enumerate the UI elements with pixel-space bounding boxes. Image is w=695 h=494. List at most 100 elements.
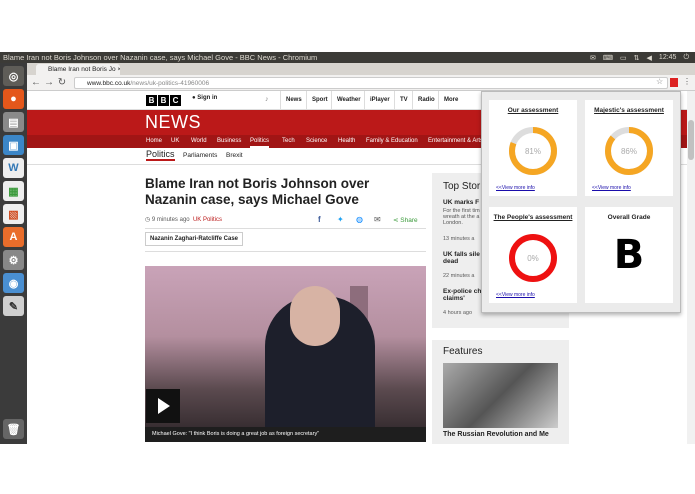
impress-icon[interactable]: ▧ [3, 204, 24, 224]
dropbox-icon[interactable]: ✉ [590, 54, 596, 62]
story-2-time: 22 minutes a [443, 273, 475, 279]
subnav-science[interactable]: Science [306, 135, 327, 148]
twitter-icon[interactable]: ✦ [337, 215, 344, 224]
overall-grade: B [613, 232, 645, 278]
firefox-icon[interactable]: ● [3, 89, 24, 109]
card-title: Our assessment [507, 107, 559, 114]
url-path: /news/uk-politics-41960006 [130, 80, 210, 87]
nav-tv[interactable]: TV [394, 91, 413, 110]
subnav-uk[interactable]: UK [171, 135, 179, 148]
trash-icon[interactable]: 🗑 [3, 419, 24, 439]
battery-icon[interactable]: ▭ [620, 54, 627, 62]
score-value: 0% [527, 254, 539, 263]
calc-icon[interactable]: ▦ [3, 181, 24, 201]
story-2-title[interactable]: UK falls sile dead [443, 251, 483, 269]
subnav-world[interactable]: World [191, 135, 207, 148]
article-time: 9 minutes ago [151, 217, 190, 223]
launcher: ◎ ● ▤ ▣ W ▦ ▧ A ⚙ ◉ ✎ 🗑 [0, 63, 27, 444]
top-stories-title: Top Stor [443, 181, 481, 192]
writer-icon[interactable]: W [3, 158, 24, 178]
forward-icon[interactable]: → [43, 76, 55, 89]
ubuntu-dash-icon[interactable]: ◎ [3, 66, 24, 86]
score-donut: 81% [509, 127, 557, 175]
back-icon[interactable]: ← [30, 76, 42, 89]
subnav-home[interactable]: Home [146, 135, 162, 148]
card-majestic-assessment: Majestic's assessment 86% <<View more in… [585, 100, 673, 196]
sign-in-label: Sign in [197, 95, 218, 101]
tab-bbc[interactable]: Blame Iran not Boris Jo × [36, 64, 120, 75]
nav-radio[interactable]: Radio [412, 91, 440, 110]
software-center-icon[interactable]: A [3, 227, 24, 247]
share-label: Share [400, 217, 418, 224]
menu-icon[interactable]: ⋮ [683, 77, 691, 86]
subnav-health[interactable]: Health [338, 135, 355, 148]
power-icon[interactable]: ⏻ [683, 54, 689, 62]
feature-image[interactable] [443, 363, 558, 428]
subnav-family-education[interactable]: Family & Education [366, 135, 418, 148]
subnav-tech[interactable]: Tech [282, 135, 295, 148]
nav-news[interactable]: News [280, 91, 307, 110]
article-meta: ◷ 9 minutes ago UK Politics [145, 216, 222, 223]
politics-nav-parliaments[interactable]: Parliaments [183, 152, 217, 159]
nav-sport[interactable]: Sport [306, 91, 333, 110]
story-3-title[interactable]: Ex-police ch claims' [443, 288, 483, 306]
politics-nav-politics[interactable]: Politics [146, 149, 175, 161]
nav-iplayer[interactable]: iPlayer [364, 91, 395, 110]
video-caption: Michael Gove: "I think Boris is doing a … [145, 427, 426, 442]
notification-bell-icon[interactable]: ♪ [265, 96, 269, 103]
text-editor-icon[interactable]: ✎ [3, 296, 24, 316]
url-host: www.bbc.co.uk [87, 80, 131, 87]
tab-strip [27, 63, 695, 75]
tab-title: Blame Iran not Boris Jo [48, 66, 116, 73]
play-icon [158, 398, 170, 414]
share-button[interactable]: ⋖ Share [393, 216, 418, 224]
score-value: 86% [621, 147, 637, 156]
news-title[interactable]: NEWS [145, 110, 201, 135]
scrollbar-thumb[interactable] [688, 120, 694, 160]
extension-icon[interactable] [670, 78, 678, 87]
messenger-icon[interactable]: ◍ [356, 215, 363, 224]
view-more-link[interactable]: <<View more info [496, 292, 535, 298]
video-player[interactable] [145, 266, 426, 442]
files-icon[interactable]: ▤ [3, 112, 24, 132]
clock-icon: ◷ [145, 217, 151, 223]
subnav-entertainment[interactable]: Entertainment & Arts [428, 135, 483, 148]
email-icon[interactable]: ✉ [374, 215, 381, 224]
card-title: Majestic's assessment [594, 107, 664, 114]
bbc-logo-c[interactable]: C [170, 95, 181, 106]
subnav-business[interactable]: Business [217, 135, 241, 148]
article-section[interactable]: UK Politics [193, 217, 222, 223]
volume-icon[interactable]: ◀ [647, 54, 652, 62]
bookmark-star-icon[interactable]: ☆ [656, 77, 663, 86]
reload-icon[interactable]: ↻ [56, 76, 68, 89]
keyboard-icon[interactable]: ⌨ [603, 54, 613, 62]
play-button[interactable] [146, 389, 180, 423]
terminal-icon[interactable]: ▣ [3, 135, 24, 155]
settings-icon[interactable]: ⚙ [3, 250, 24, 270]
story-1-desc: For the first tim wreath at the a London… [443, 208, 480, 226]
nav-weather[interactable]: Weather [331, 91, 366, 110]
nav-more[interactable]: More [438, 91, 463, 110]
chromium-icon[interactable]: ◉ [3, 273, 24, 293]
clock[interactable]: 12:45 [659, 54, 677, 61]
network-icon[interactable]: ⇅ [634, 54, 640, 62]
topic-tag[interactable]: Nazanin Zaghari-Ratcliffe Case [145, 232, 244, 246]
story-1-title[interactable]: UK marks F [443, 199, 483, 206]
card-overall-grade: Overall Grade B [585, 207, 673, 303]
bbc-logo-b1[interactable]: B [146, 95, 157, 106]
tab-close-icon[interactable]: × [117, 66, 120, 73]
view-more-link[interactable]: <<View more info [592, 185, 631, 191]
feature-title[interactable]: The Russian Revolution and Me [443, 431, 549, 438]
view-more-link[interactable]: <<View more info [496, 185, 535, 191]
sign-in-link[interactable]: ● Sign in [192, 95, 217, 101]
card-peoples-assessment: The People's assessment 0% <<View more i… [489, 207, 577, 303]
score-value: 81% [525, 147, 541, 156]
subnav-politics[interactable]: Politics [250, 135, 270, 148]
politics-nav-brexit[interactable]: Brexit [226, 152, 243, 159]
card-title: The People's assessment [493, 214, 573, 221]
bbc-logo-b2[interactable]: B [158, 95, 169, 106]
share-icon: ⋖ [393, 217, 399, 224]
facebook-icon[interactable]: f [318, 215, 321, 224]
story-1-time: 13 minutes a [443, 236, 475, 242]
address-bar[interactable]: www.bbc.co.uk/news/uk-politics-41960006 [74, 77, 668, 89]
